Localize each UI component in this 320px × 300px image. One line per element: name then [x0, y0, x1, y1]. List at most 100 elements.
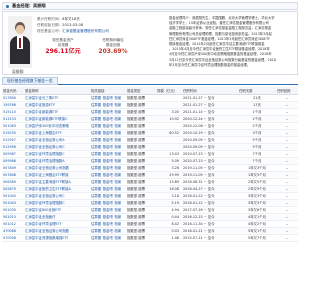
fund-code-link[interactable]: 470058: [2, 234, 24, 242]
fund-profile-link[interactable]: 档案: [114, 187, 121, 191]
estimate-chart-link[interactable]: 估算图: [91, 145, 101, 149]
fund-forum-link[interactable]: 基金吧: [103, 194, 113, 198]
fund-profile-link[interactable]: 档案: [114, 173, 121, 177]
fund-forum-link[interactable]: 基金吧: [103, 145, 113, 149]
fund-name-link[interactable]: 汇添富中证旅游ETF: [24, 101, 90, 109]
fund-forum-link[interactable]: 基金吧: [103, 103, 113, 107]
fund-forum-link[interactable]: 基金吧: [103, 138, 113, 142]
fund-links[interactable]: 估算图 基金吧 档案: [90, 227, 126, 235]
fund-name-link[interactable]: 汇添富中证长三角ETF: [24, 94, 90, 102]
fund-code-link[interactable]: 517800: [2, 94, 24, 102]
fund-profile-link[interactable]: 档案: [114, 201, 121, 205]
fund-forum-link[interactable]: 基金吧: [103, 187, 113, 191]
fund-code-link[interactable]: 012956: [2, 143, 24, 151]
fund-code-link[interactable]: 501045: [2, 192, 24, 200]
company-link[interactable]: 汇添富基金管理股份有限公司: [62, 29, 109, 33]
fund-code-link[interactable]: 501030: [2, 206, 24, 214]
fund-forum-link[interactable]: 基金吧: [103, 222, 113, 226]
estimate-chart-link[interactable]: 估算图: [91, 138, 101, 142]
fund-name-link[interactable]: 汇添富中证全指证券公司C: [24, 143, 90, 151]
fund-name-link[interactable]: 汇添富中证800全指ETF: [24, 206, 90, 214]
fund-name-link[interactable]: 汇添富中证全指医疗: [24, 213, 90, 221]
fund-links[interactable]: 估算图 基金吧 档案: [90, 234, 126, 242]
fund-links[interactable]: 估算图 基金吧 档案: [90, 185, 126, 193]
fund-name-link[interactable]: 汇添富中证环境治理指数C: [24, 199, 90, 207]
fund-profile-link[interactable]: 档案: [114, 145, 121, 149]
fund-name-link[interactable]: 汇添富中证主要消费ETF联接A: [24, 178, 90, 186]
col-period[interactable]: 任职时间: [182, 87, 238, 95]
fund-name-link[interactable]: 汇添富中证上海国企ETF: [24, 129, 90, 137]
fund-profile-link[interactable]: 档案: [114, 124, 121, 128]
fund-name-link[interactable]: 汇添富中证医药卫生ETF联接A: [24, 185, 90, 193]
fund-name-link[interactable]: 汇添富中证新能源ETF联接C: [24, 115, 90, 123]
fund-forum-link[interactable]: 基金吧: [103, 229, 113, 233]
fund-links[interactable]: 估算图 基金吧 档案: [90, 199, 126, 207]
fund-links[interactable]: 估算图 基金吧 档案: [90, 101, 126, 109]
fund-forum-link[interactable]: 基金吧: [103, 152, 113, 156]
estimate-chart-link[interactable]: 估算图: [91, 96, 101, 100]
fund-name-link[interactable]: 汇添富中证环境治理指数A: [24, 157, 90, 165]
fund-name-link[interactable]: 汇添富中证全指证券公司C: [24, 192, 90, 200]
col-code[interactable]: 基金代码: [2, 87, 24, 95]
col-type[interactable]: 基金类型: [126, 87, 156, 95]
fund-profile-link[interactable]: 档案: [114, 208, 121, 212]
estimate-chart-link[interactable]: 估算图: [91, 152, 101, 156]
fund-code-link[interactable]: 501015: [2, 213, 24, 221]
estimate-chart-link[interactable]: 估算图: [91, 124, 101, 128]
fund-links[interactable]: 估算图 基金吧 档案: [90, 150, 126, 158]
fund-profile-link[interactable]: 档案: [114, 236, 121, 240]
fund-profile-link[interactable]: 档案: [114, 103, 121, 107]
fund-profile-link[interactable]: 档案: [114, 180, 121, 184]
estimate-chart-link[interactable]: 估算图: [91, 173, 101, 177]
fund-code-link[interactable]: 007848: [2, 171, 24, 179]
fund-profile-link[interactable]: 档案: [114, 194, 121, 198]
fund-code-link[interactable]: 007849: [2, 164, 24, 172]
fund-profile-link[interactable]: 档案: [114, 110, 121, 114]
fund-name-link[interactable]: 汇添富中证环境治理指数C: [24, 150, 90, 158]
estimate-chart-link[interactable]: 估算图: [91, 215, 101, 219]
estimate-chart-link[interactable]: 估算图: [91, 131, 101, 135]
estimate-chart-link[interactable]: 估算图: [91, 222, 101, 226]
estimate-chart-link[interactable]: 估算图: [91, 236, 101, 240]
fund-links[interactable]: 估算图 基金吧 档案: [90, 171, 126, 179]
estimate-chart-link[interactable]: 估算图: [91, 201, 101, 205]
fund-forum-link[interactable]: 基金吧: [103, 110, 113, 114]
col-days[interactable]: 任职天数: [238, 87, 276, 95]
fund-code-link[interactable]: 470068: [2, 227, 24, 235]
fund-code-link[interactable]: 009987: [2, 150, 24, 158]
estimate-chart-link[interactable]: 估算图: [91, 166, 101, 170]
fund-links[interactable]: 估算图 基金吧 档案: [90, 178, 126, 186]
fund-forum-link[interactable]: 基金吧: [103, 131, 113, 135]
fund-links[interactable]: 估算图 基金吧 档案: [90, 108, 126, 116]
fund-profile-link[interactable]: 档案: [114, 159, 121, 163]
fund-forum-link[interactable]: 基金吧: [103, 124, 113, 128]
fund-code-link[interactable]: 159766: [2, 101, 24, 109]
fund-forum-link[interactable]: 基金吧: [103, 236, 113, 240]
fund-code-link[interactable]: 006369: [2, 178, 24, 186]
estimate-chart-link[interactable]: 估算图: [91, 103, 101, 107]
fund-links[interactable]: 估算图 基金吧 档案: [90, 94, 126, 102]
col-name[interactable]: 基金简称: [24, 87, 90, 95]
fund-name-link[interactable]: 汇添富中证资源指数增强ETF: [24, 234, 90, 242]
fund-links[interactable]: 估算图 基金吧 档案: [90, 220, 126, 228]
col-size[interactable]: 规模（亿元）: [156, 87, 182, 95]
fund-code-link[interactable]: 501043: [2, 199, 24, 207]
estimate-chart-link[interactable]: 估算图: [91, 180, 101, 184]
fund-name-link[interactable]: 汇添富沪深300安中动态策略: [24, 122, 90, 130]
fund-links[interactable]: 估算图 基金吧 档案: [90, 192, 126, 200]
estimate-chart-link[interactable]: 估算图: [91, 187, 101, 191]
estimate-chart-link[interactable]: 估算图: [91, 117, 101, 121]
fund-links[interactable]: 估算图 基金吧 档案: [90, 143, 126, 151]
fund-code-link[interactable]: 501083: [2, 122, 24, 130]
fund-code-link[interactable]: 515250: [2, 129, 24, 137]
fund-links[interactable]: 估算图 基金吧 档案: [90, 164, 126, 172]
estimate-chart-link[interactable]: 估算图: [91, 110, 101, 114]
fund-code-link[interactable]: 515110: [2, 108, 24, 116]
fund-name-link[interactable]: 汇添富中证新能源ETF: [24, 108, 90, 116]
fund-name-link[interactable]: 汇添富中证全指证券公司A: [24, 136, 90, 144]
fund-forum-link[interactable]: 基金吧: [103, 159, 113, 163]
fund-code-link[interactable]: 012957: [2, 136, 24, 144]
fund-profile-link[interactable]: 档案: [114, 138, 121, 142]
fund-links[interactable]: 估算图 基金吧 档案: [90, 213, 126, 221]
estimate-chart-link[interactable]: 估算图: [91, 229, 101, 233]
